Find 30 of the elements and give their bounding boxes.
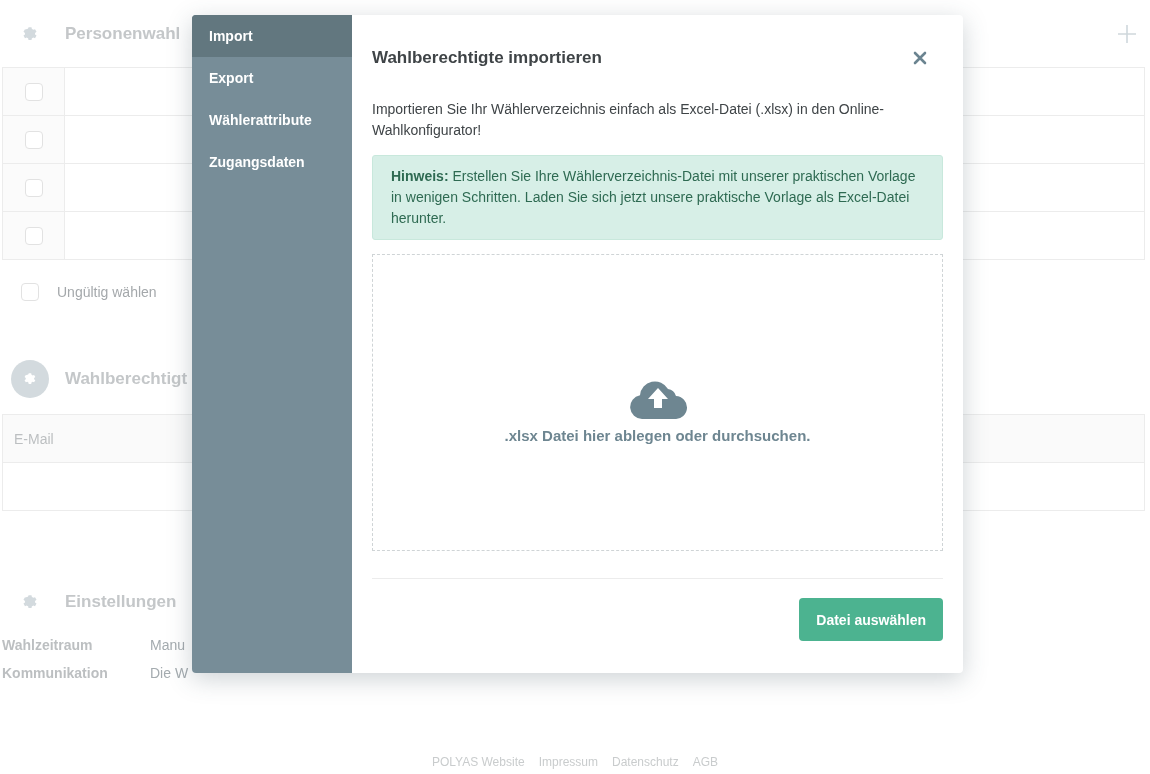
dialog-title: Wahlberechtigte importieren xyxy=(372,48,602,68)
file-dropzone[interactable]: .xlsx Datei hier ablegen oder durchsuchen. xyxy=(372,254,943,551)
checkbox[interactable] xyxy=(24,178,43,197)
sidebar-item[interactable]: Wählerattribute xyxy=(192,99,352,141)
choose-file-button[interactable]: Datei auswählen xyxy=(799,598,943,641)
setting-value: Manu xyxy=(150,637,186,653)
section-title: Wahlberechtigt xyxy=(65,369,188,389)
setting-value: Die W xyxy=(150,665,189,681)
setting-label: Wahlzeitraum xyxy=(2,637,94,653)
checkbox[interactable] xyxy=(21,283,39,301)
checkbox[interactable] xyxy=(24,130,43,149)
close-icon[interactable] xyxy=(913,51,927,65)
dropzone-text: .xlsx Datei hier ablegen oder durchsuchen. xyxy=(504,427,811,444)
intro-text: Importieren Sie Ihr Wählerverzeichnis einfach als Excel-Datei (.xlsx) in den Online-Wahlkonfigurator! xyxy=(372,100,885,140)
cloud-upload-icon xyxy=(627,379,688,419)
sidebar-item[interactable]: Zugangsdaten xyxy=(192,141,352,183)
sidebar-item[interactable]: Import xyxy=(192,15,352,57)
sidebar-item[interactable]: Export xyxy=(192,57,352,99)
settings-icon[interactable] xyxy=(11,360,49,398)
column-header: E-Mail xyxy=(14,430,54,447)
section-title: Personenwahl xyxy=(65,23,181,44)
checkbox[interactable] xyxy=(24,226,43,245)
settings-icon[interactable] xyxy=(21,24,39,43)
checkbox-label: Ungültig wählen xyxy=(57,284,157,300)
setting-label: Kommunikation xyxy=(2,665,109,681)
hint-box: Hinweis: Erstellen Sie Ihre Wählerverzeichnis-Datei mit unserer praktischen Vorlage in wenigen Schritten. Laden Sie sich jetzt unsere praktische Vorlage als Excel-Datei herunter. xyxy=(372,155,943,240)
checkbox[interactable] xyxy=(24,82,43,101)
add-icon[interactable] xyxy=(1117,23,1137,44)
settings-icon[interactable] xyxy=(21,593,39,611)
section-title: Einstellungen xyxy=(65,592,177,612)
